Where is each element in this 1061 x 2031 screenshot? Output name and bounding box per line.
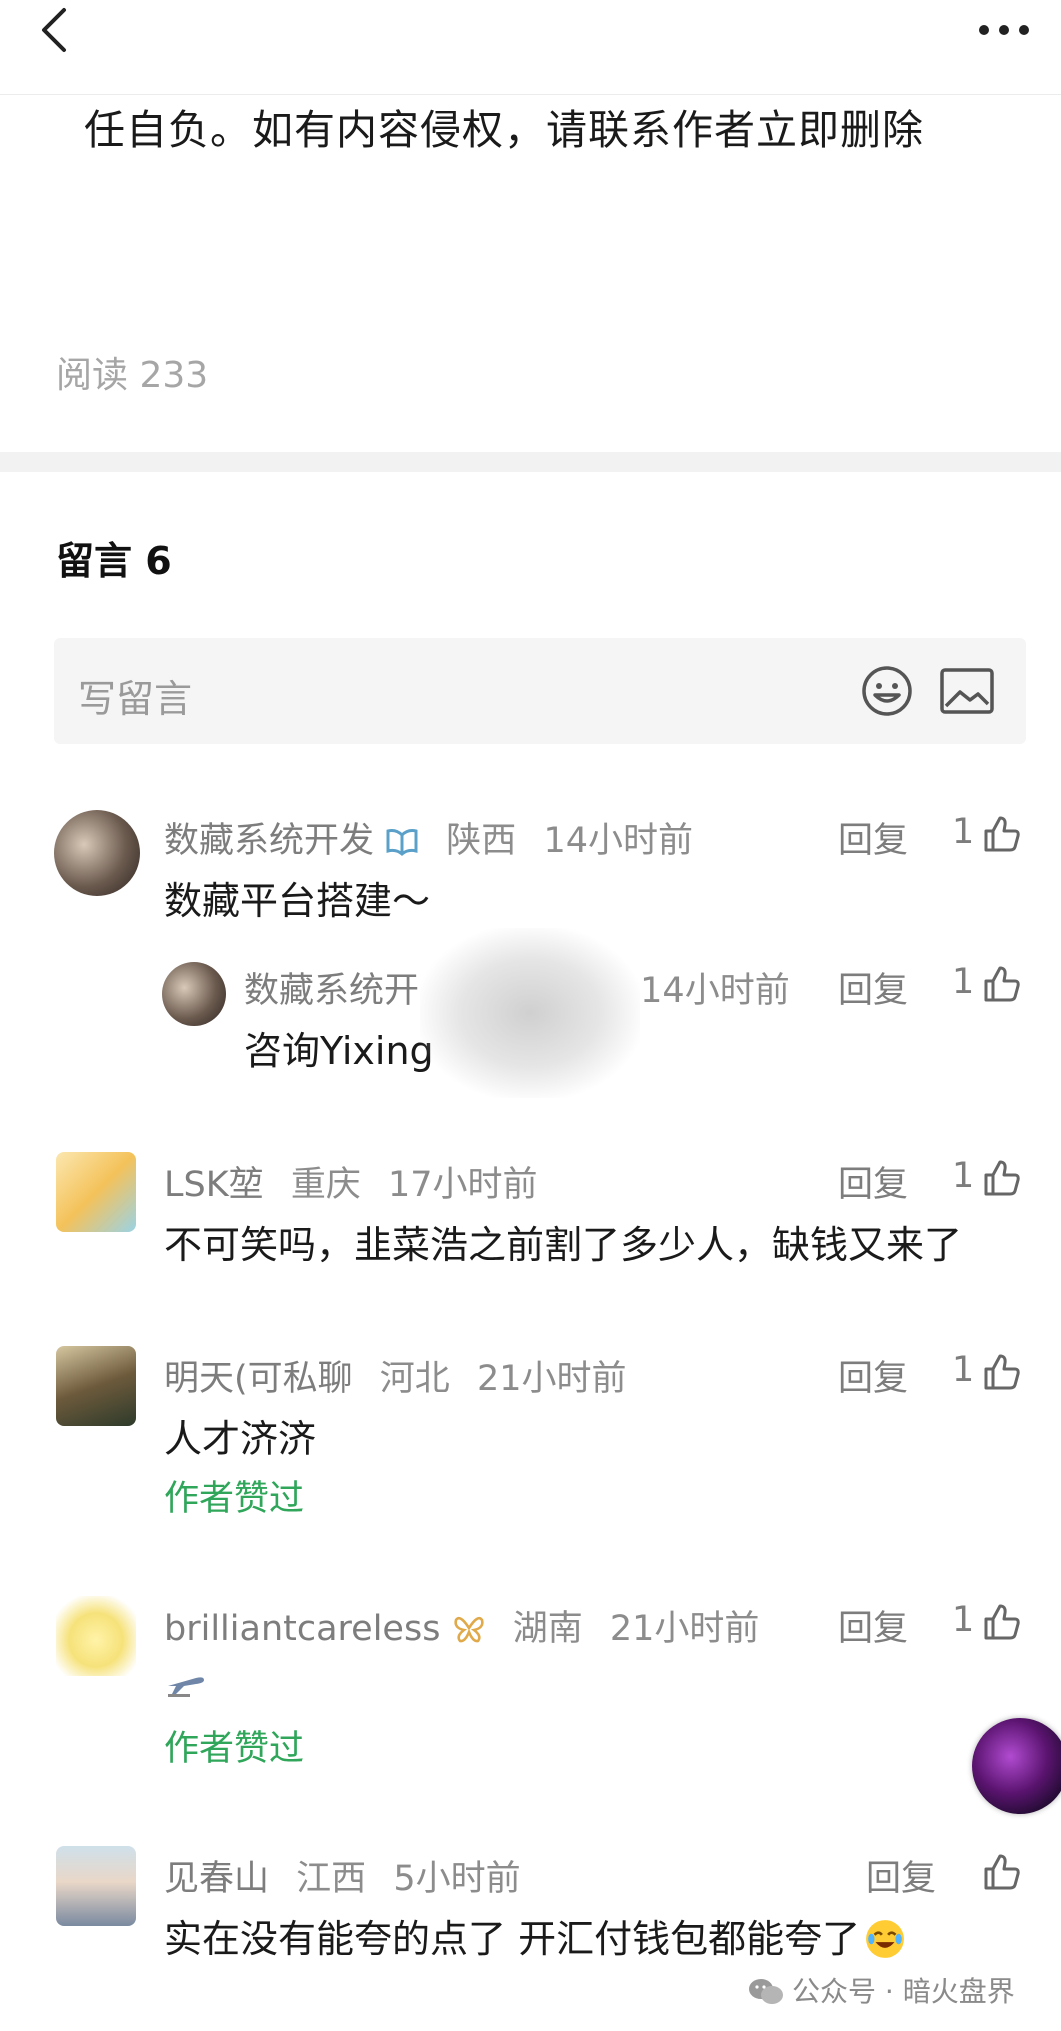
commenter-location: 陕西 [446, 821, 517, 861]
comment-input-placeholder: 写留言 [78, 677, 193, 721]
redaction-blur [420, 928, 640, 1098]
reply-button[interactable]: 回复 [838, 812, 908, 863]
avatar[interactable] [162, 962, 226, 1026]
like-icon[interactable] [982, 1352, 1022, 1392]
wechat-icon [749, 1979, 783, 2004]
more-options-icon[interactable] [976, 22, 1032, 38]
comment-text: 实在没有能夸的点了 开汇付钱包都能夸了 [164, 1908, 906, 1963]
top-bar [0, 0, 1061, 95]
author-liked-label: 作者赞过 [164, 1479, 305, 1519]
comments-title: 留言 6 [56, 539, 172, 583]
emoji-icon[interactable] [860, 664, 914, 718]
avatar[interactable] [56, 1152, 136, 1232]
commenter-location: 重庆 [290, 1165, 361, 1205]
like-count: 1 [952, 1350, 975, 1390]
article-text: 任自负。如有内容侵权，请联系作者立即删除 [84, 106, 924, 154]
like-icon[interactable] [982, 814, 1022, 854]
floating-avatar-button[interactable] [972, 1718, 1061, 1814]
like-count: 1 [952, 1600, 975, 1640]
comment-meta: LSK堃 重庆 17小时前 [164, 1156, 538, 1207]
like-count: 1 [952, 1156, 975, 1196]
like-icon[interactable] [982, 1602, 1022, 1642]
comment-time: 5小时前 [393, 1859, 521, 1899]
reply-button[interactable]: 回复 [838, 1156, 908, 1207]
watermark: 公众号 · 暗火盘界 [748, 1970, 1015, 2010]
comment-text: 人才济济 [164, 1417, 317, 1461]
comment-input[interactable]: 写留言 [54, 638, 1026, 744]
avatar[interactable] [56, 1346, 136, 1426]
book-badge-icon [386, 829, 418, 856]
reply-text: 咨询Yixing [244, 1029, 434, 1073]
comment-meta: brilliantcareless 湖南 21小时前 [164, 1600, 759, 1651]
commenter-name[interactable]: 见春山 [164, 1859, 269, 1899]
comment-time: 21小时前 [476, 1359, 627, 1399]
comment-time: 14小时前 [543, 821, 693, 861]
reply-button[interactable]: 回复 [838, 1350, 908, 1401]
airplane-icon [168, 1677, 204, 1697]
reply-button[interactable]: 回复 [838, 1600, 908, 1651]
comment-meta: 数藏系统开发 陕西 14小时前 [164, 812, 693, 863]
butterfly-badge-icon [453, 1616, 484, 1643]
avatar[interactable] [56, 1846, 136, 1926]
like-count: 1 [952, 962, 975, 1002]
watermark-text: 公众号 · 暗火盘界 [792, 1975, 1015, 2008]
comment-time: 17小时前 [387, 1165, 538, 1205]
replier-name[interactable]: 数藏系统开 [244, 971, 419, 1011]
avatar[interactable] [54, 810, 140, 896]
reply-button[interactable]: 回复 [838, 962, 908, 1013]
back-arrow-icon[interactable] [36, 6, 76, 54]
commenter-name[interactable]: brilliantcareless [164, 1609, 440, 1649]
comment-meta: 明天(可私聊 河北 21小时前 [164, 1350, 627, 1401]
commenter-location: 湖南 [512, 1609, 583, 1649]
comment-text: 数藏平台搭建～ [164, 879, 431, 923]
read-count: 阅读 233 [56, 355, 209, 396]
comment-text: 不可笑吗，韭菜浩之前割了多少人，缺钱又来了 [164, 1223, 963, 1267]
commenter-name[interactable]: LSK堃 [164, 1165, 264, 1205]
avatar[interactable] [56, 1596, 136, 1676]
like-icon[interactable] [982, 964, 1022, 1004]
comment-text-content: 实在没有能夸的点了 开汇付钱包都能夸了 [164, 1917, 861, 1961]
commenter-location: 江西 [296, 1859, 367, 1899]
reply-button[interactable]: 回复 [866, 1850, 936, 1901]
comment-meta: 见春山 江西 5小时前 [164, 1850, 521, 1901]
like-count: 1 [952, 812, 975, 852]
comment-time: 21小时前 [609, 1609, 760, 1649]
crying-laughing-emoji-icon [866, 1920, 904, 1958]
reply-time: 14小时前 [640, 971, 790, 1011]
section-divider [0, 452, 1061, 472]
commenter-location: 河北 [379, 1359, 450, 1399]
commenter-name[interactable]: 数藏系统开发 [164, 821, 374, 861]
image-icon[interactable] [940, 668, 994, 714]
like-icon[interactable] [982, 1158, 1022, 1198]
author-liked-label: 作者赞过 [164, 1729, 305, 1769]
like-icon[interactable] [982, 1852, 1022, 1892]
commenter-name[interactable]: 明天(可私聊 [164, 1359, 353, 1399]
